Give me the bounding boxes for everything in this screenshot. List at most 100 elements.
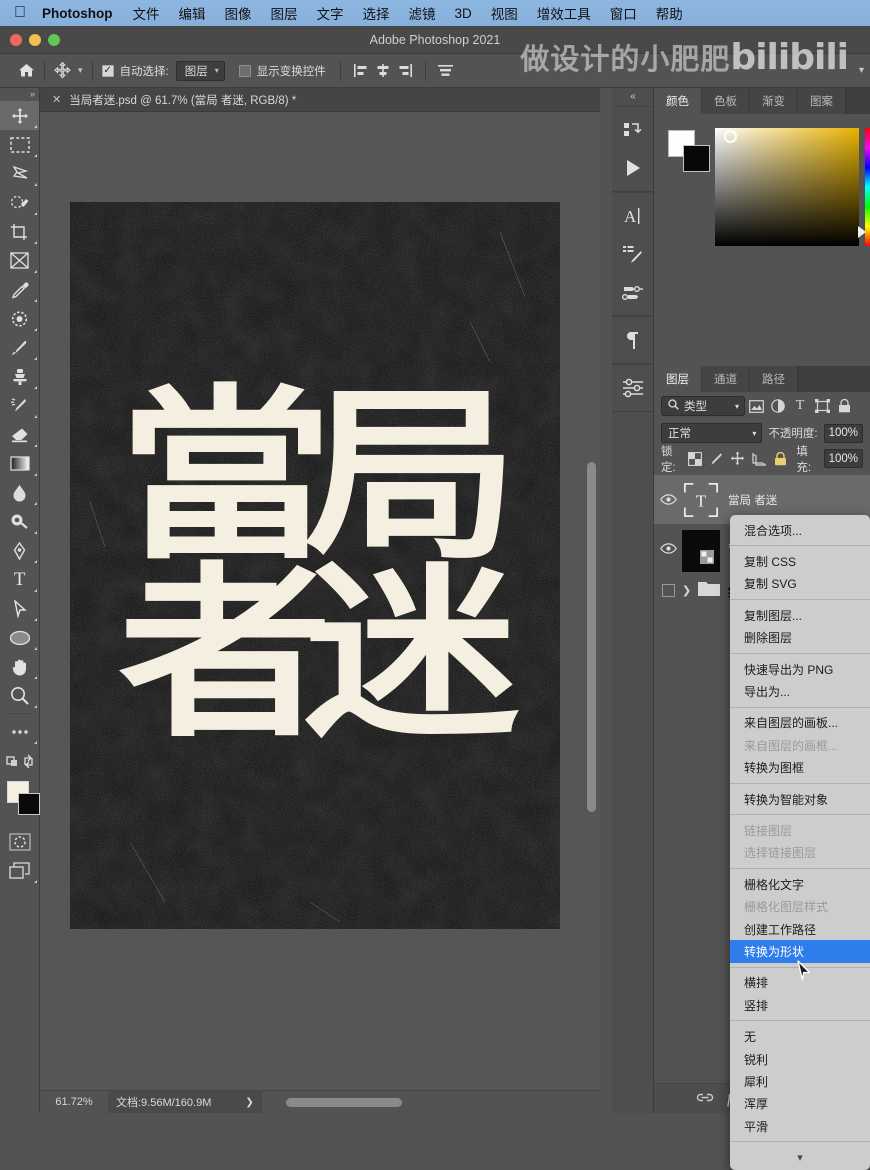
close-icon[interactable]: ✕ [52,93,61,106]
actions-panel-icon[interactable] [612,149,653,187]
menu-item-export-as[interactable]: 导出为... [730,680,870,702]
auto-select-scope-dropdown[interactable]: 图层 ▾ [175,60,225,81]
move-tool-icon[interactable] [54,62,71,79]
layer-filter-type-dropdown[interactable]: 类型 ▾ [661,396,745,416]
chevron-right-icon[interactable]: ❯ [245,1097,253,1108]
tab-layers[interactable]: 图层 [654,366,702,392]
menu-item-antialias-none[interactable]: 无 [730,1025,870,1047]
shape-filter-icon[interactable] [811,395,833,417]
menu-type[interactable]: 文字 [317,3,344,23]
menu-item-copy-svg[interactable]: 复制 SVG [730,573,870,595]
opacity-value[interactable]: 100% [823,423,863,443]
align-horizontal-center-icon[interactable] [372,61,394,81]
smart-object-filter-icon[interactable] [833,395,855,417]
brush-presets-panel-icon[interactable] [612,273,653,311]
ellipse-tool[interactable] [0,623,39,652]
move-tool-options-caret-icon[interactable]: ▾ [78,65,83,76]
menu-3d[interactable]: 3D [455,6,472,21]
blur-tool[interactable] [0,478,39,507]
color-picker-field[interactable] [715,128,859,246]
eyedropper-tool[interactable] [0,275,39,304]
align-right-icon[interactable] [394,61,416,81]
eye-icon[interactable] [654,494,682,505]
background-color-swatch[interactable] [18,793,40,815]
canvas-vertical-scrollbar[interactable] [587,192,596,832]
character-panel-icon[interactable]: A [612,197,653,235]
menu-app-name[interactable]: Photoshop [42,6,113,21]
align-top-icon[interactable] [435,61,457,81]
lock-position-icon[interactable] [730,450,745,467]
paragraph-panel-icon[interactable] [612,321,653,359]
zoom-level[interactable]: 61.72% [40,1096,108,1108]
blend-mode-dropdown[interactable]: 正常 ▾ [661,423,763,443]
menu-item-antialias-strong[interactable]: 浑厚 [730,1093,870,1115]
color-panel-swatches[interactable] [668,130,710,172]
menu-item-copy-css[interactable]: 复制 CSS [730,550,870,572]
show-transform-controls-checkbox[interactable] [238,64,251,77]
adjustment-filter-icon[interactable] [767,395,789,417]
adjustments-panel-icon[interactable] [612,369,653,407]
menu-item-quick-export-png[interactable]: 快速导出为 PNG [730,658,870,680]
lock-image-pixels-icon[interactable] [709,450,723,467]
menu-item-vertical[interactable]: 竖排 [730,994,870,1016]
group-visibility-checkbox[interactable] [654,583,682,597]
canvas-background[interactable]: 當 局 者 迷 [40,112,600,1090]
menu-plugins[interactable]: 增效工具 [537,3,591,23]
menu-item-delete-layer[interactable]: 删除图层 [730,627,870,649]
dodge-tool[interactable] [0,507,39,536]
layer-thumbnail-text[interactable]: T [682,481,720,519]
history-brush-tool[interactable] [0,391,39,420]
eye-icon[interactable] [654,543,682,554]
menu-filter[interactable]: 滤镜 [409,3,436,23]
fill-value[interactable]: 100% [823,449,864,468]
menu-file[interactable]: 文件 [133,3,160,23]
tab-swatches[interactable]: 色板 [702,88,750,114]
menu-item-duplicate-layer[interactable]: 复制图层... [730,604,870,626]
rectangular-marquee-tool[interactable] [0,130,39,159]
color-panel-background-swatch[interactable] [683,145,710,172]
brush-settings-panel-icon[interactable] [612,235,653,273]
tab-channels[interactable]: 通道 [702,366,750,392]
gradient-tool[interactable] [0,449,39,478]
home-icon[interactable] [18,63,35,78]
tab-gradients[interactable]: 渐变 [750,88,798,114]
artboard[interactable]: 當 局 者 迷 [70,202,560,929]
menu-edit[interactable]: 编辑 [179,3,206,23]
chevron-right-icon[interactable]: ❯ [682,584,691,597]
menu-item-artboard-from-layers[interactable]: 来自图层的画板... [730,712,870,734]
type-filter-icon[interactable]: T [789,395,811,417]
menu-item-antialias-smooth[interactable]: 平滑 [730,1115,870,1137]
tab-patterns[interactable]: 图案 [798,88,846,114]
double-chevron-right-icon[interactable]: » [0,88,39,101]
menu-select[interactable]: 选择 [363,3,390,23]
lock-transparent-pixels-icon[interactable] [688,450,703,467]
edit-toolbar-button[interactable] [0,717,39,746]
menu-item-rasterize-type[interactable]: 栅格化文字 [730,873,870,895]
hue-slider-marker[interactable] [858,226,866,238]
lock-artboard-nesting-icon[interactable] [752,450,767,467]
double-chevron-left-icon[interactable]: « [612,88,653,106]
align-left-icon[interactable] [350,61,372,81]
menu-item-antialias-crisp[interactable]: 犀利 [730,1070,870,1092]
zoom-tool[interactable] [0,681,39,710]
menu-layer[interactable]: 图层 [271,3,298,23]
eraser-tool[interactable] [0,420,39,449]
color-picker-selector[interactable] [724,130,737,143]
menu-item-antialias-sharp[interactable]: 锐利 [730,1048,870,1070]
menu-item-convert-to-smart-object[interactable]: 转换为智能对象 [730,788,870,810]
color-swatches[interactable] [0,779,40,823]
menu-help[interactable]: 帮助 [656,3,683,23]
quick-mask-mode-button[interactable] [0,827,39,856]
menu-item-blending-options[interactable]: 混合选项... [730,519,870,541]
menu-window[interactable]: 窗口 [610,3,637,23]
document-tab[interactable]: ✕ 当局者迷.psd @ 61.7% (當局 者迷, RGB/8) * [40,88,600,112]
document-size-info[interactable]: 文档:9.56M/160.9M ❯ [108,1090,262,1113]
menu-item-convert-to-frame[interactable]: 转换为图框 [730,757,870,779]
menu-item-create-work-path[interactable]: 创建工作路径 [730,918,870,940]
crop-tool[interactable] [0,217,39,246]
image-filter-icon[interactable] [745,395,767,417]
spot-healing-brush-tool[interactable] [0,304,39,333]
scrollbar-thumb[interactable] [587,462,596,812]
tab-paths[interactable]: 路径 [750,366,798,392]
quick-selection-tool[interactable] [0,188,39,217]
